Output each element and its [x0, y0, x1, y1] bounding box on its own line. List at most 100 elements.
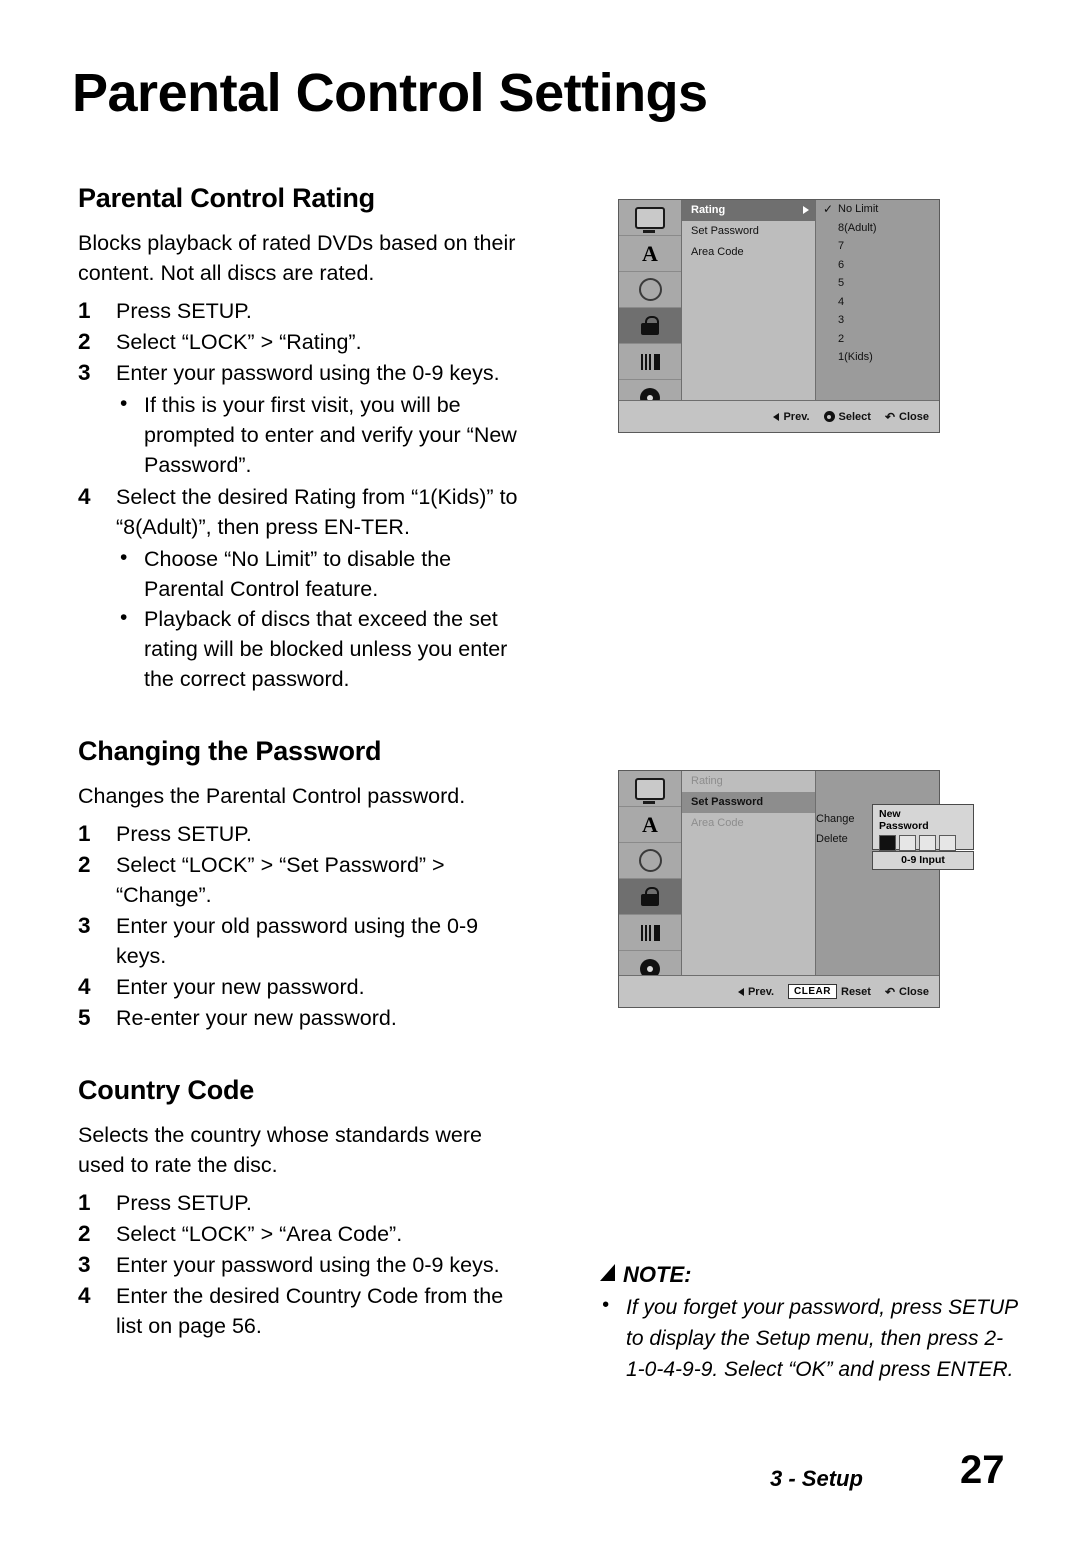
step-item: 1 Press SETUP. — [78, 296, 530, 326]
circle-icon[interactable] — [619, 843, 681, 879]
option-item[interactable]: 6 — [816, 256, 939, 275]
tv-icon[interactable] — [619, 200, 681, 236]
close-button[interactable]: ↶ Close — [885, 986, 929, 998]
step-text: Press SETUP. — [116, 1191, 252, 1215]
osd-options-column — [816, 771, 939, 976]
bars-playback-icon[interactable] — [619, 915, 681, 951]
step-text: Select the desired Rating from “1(Kids)”… — [116, 485, 518, 539]
osd-menu-column: Rating Set Password Area Code — [682, 771, 816, 976]
step-item: 5 Re-enter your new password. — [78, 1003, 530, 1033]
step-text: Press SETUP. — [116, 299, 252, 323]
step-item: 1 Press SETUP. — [78, 819, 530, 849]
page-number: 27 — [960, 1448, 1005, 1492]
step-item: 2 Select “LOCK” > “Set Password” > “Chang… — [78, 850, 530, 910]
reset-button[interactable]: CLEAR Reset — [788, 984, 871, 999]
password-digit-box[interactable] — [939, 835, 956, 851]
steps-changing-the-password: 1 Press SETUP. 2 Select “LOCK” > “Set Pass… — [78, 819, 530, 1033]
option-item[interactable]: 2 — [816, 330, 939, 349]
menu-item-set-password[interactable]: Set Password — [682, 792, 815, 813]
step-number: 5 — [78, 1005, 91, 1030]
close-button[interactable]: ↶ Close — [885, 411, 929, 423]
prev-button[interactable]: Prev. — [773, 411, 810, 423]
return-arrow-icon: ↶ — [884, 409, 896, 424]
note-triangle-icon — [600, 1264, 615, 1281]
bullet-text: Choose “No Limit” to disable the Parenta… — [144, 547, 452, 601]
prev-button[interactable]: Prev. — [737, 986, 774, 998]
tv-icon[interactable] — [619, 771, 681, 807]
audio-a-icon[interactable]: A — [619, 236, 681, 272]
bullet-item: • If this is your first visit, you will b… — [78, 390, 530, 480]
step-text: Select “LOCK” > “Rating”. — [116, 330, 362, 354]
option-item[interactable]: 1(Kids) — [816, 348, 939, 367]
step-number: 2 — [78, 852, 91, 877]
left-content-column: Parental Control Rating Blocks playback … — [78, 183, 530, 1342]
step-number: 1 — [78, 821, 91, 846]
new-password-popup: New Password — [872, 804, 974, 851]
menu-item-rating[interactable]: Rating — [682, 200, 815, 221]
step-item: 4 Enter the desired Country Code from the… — [78, 1281, 530, 1341]
clear-key-icon: CLEAR — [788, 984, 837, 999]
bullets-after-step-3: • If this is your first visit, you will b… — [78, 390, 530, 480]
step-number: 1 — [78, 1190, 91, 1215]
step-item: 3 Enter your password using the 0-9 keys. — [78, 1250, 530, 1280]
bullet-dot-icon: • — [120, 546, 128, 569]
osd-menu-column: Rating Set Password Area Code — [682, 200, 816, 401]
bullet-item: • Choose “No Limit” to disable the Parent… — [78, 544, 530, 604]
step-number: 3 — [78, 360, 91, 385]
step-item: 3 Enter your old password using the 0-9 k… — [78, 911, 530, 971]
password-digit-box[interactable] — [879, 835, 896, 851]
bullet-text: Playback of discs that exceed the set ra… — [144, 607, 508, 691]
option-item[interactable]: ✓ No Limit — [816, 200, 939, 219]
option-item[interactable]: 8(Adult) — [816, 219, 939, 238]
bullets-after-step-4: • Choose “No Limit” to disable the Parent… — [78, 544, 530, 694]
osd-options-column: ✓ No Limit 8(Adult) 7 6 5 4 3 2 1(Kids) — [816, 200, 939, 401]
step-text: Enter the desired Country Code from the … — [116, 1284, 504, 1338]
step-item: 3 Enter your password using the 0-9 keys. — [78, 358, 530, 388]
step-number: 4 — [78, 974, 91, 999]
note-block: NOTE: • If you forget your password, pres… — [600, 1262, 1020, 1385]
triangle-left-icon — [737, 987, 744, 996]
circle-icon[interactable] — [619, 272, 681, 308]
step-text: Select “LOCK” > “Area Code”. — [116, 1222, 403, 1246]
password-digit-box[interactable] — [919, 835, 936, 851]
osd-screenshot-set-password: A Rating Set Password Area Code Change D… — [618, 770, 974, 1008]
triangle-left-icon — [773, 412, 780, 421]
step-text: Enter your password using the 0-9 keys. — [116, 361, 500, 385]
password-submenu: Change Delete — [816, 809, 878, 849]
lock-icon[interactable] — [619, 308, 681, 344]
osd-icon-rail: A — [619, 771, 682, 987]
bullet-dot-icon: • — [120, 606, 128, 629]
note-text: • If you forget your password, press SETU… — [600, 1292, 1020, 1385]
menu-item-area-code[interactable]: Area Code — [682, 242, 815, 263]
step-number: 1 — [78, 298, 91, 323]
step-text: Enter your old password using the 0-9 ke… — [116, 914, 479, 968]
steps-parental-control-rating-cont: 4 Select the desired Rating from “1(Kids)… — [78, 482, 530, 542]
osd-icon-rail: A — [619, 200, 682, 416]
menu-item-area-code[interactable]: Area Code — [682, 813, 815, 834]
option-item[interactable]: 7 — [816, 237, 939, 256]
audio-a-icon[interactable]: A — [619, 807, 681, 843]
lock-icon[interactable] — [619, 879, 681, 915]
step-item: 4 Enter your new password. — [78, 972, 530, 1002]
osd-footer-bar: Prev. CLEAR Reset ↶ Close — [619, 975, 939, 1007]
bullet-dot-icon: • — [120, 392, 128, 415]
password-input-hint: 0-9 Input — [872, 851, 974, 870]
menu-item-rating[interactable]: Rating — [682, 771, 815, 792]
submenu-item-delete[interactable]: Delete — [816, 829, 878, 849]
steps-parental-control-rating: 1 Press SETUP. 2 Select “LOCK” > “Rating”.… — [78, 296, 530, 388]
select-button[interactable]: Select — [823, 411, 871, 423]
step-item: 2 Select “LOCK” > “Area Code”. — [78, 1219, 530, 1249]
menu-item-set-password[interactable]: Set Password — [682, 221, 815, 242]
return-arrow-icon: ↶ — [884, 984, 896, 999]
section-heading-changing-the-password: Changing the Password — [78, 736, 382, 766]
option-item[interactable]: 3 — [816, 311, 939, 330]
check-icon: ✓ — [823, 202, 834, 216]
step-number: 2 — [78, 329, 91, 354]
password-digit-box[interactable] — [899, 835, 916, 851]
submenu-item-change[interactable]: Change — [816, 809, 878, 829]
option-item[interactable]: 5 — [816, 274, 939, 293]
section-intro-parental-control-rating: Blocks playback of rated DVDs based on t… — [78, 231, 516, 285]
section-intro-country-code: Selects the country whose standards were… — [78, 1123, 482, 1177]
option-item[interactable]: 4 — [816, 293, 939, 312]
bars-playback-icon[interactable] — [619, 344, 681, 380]
